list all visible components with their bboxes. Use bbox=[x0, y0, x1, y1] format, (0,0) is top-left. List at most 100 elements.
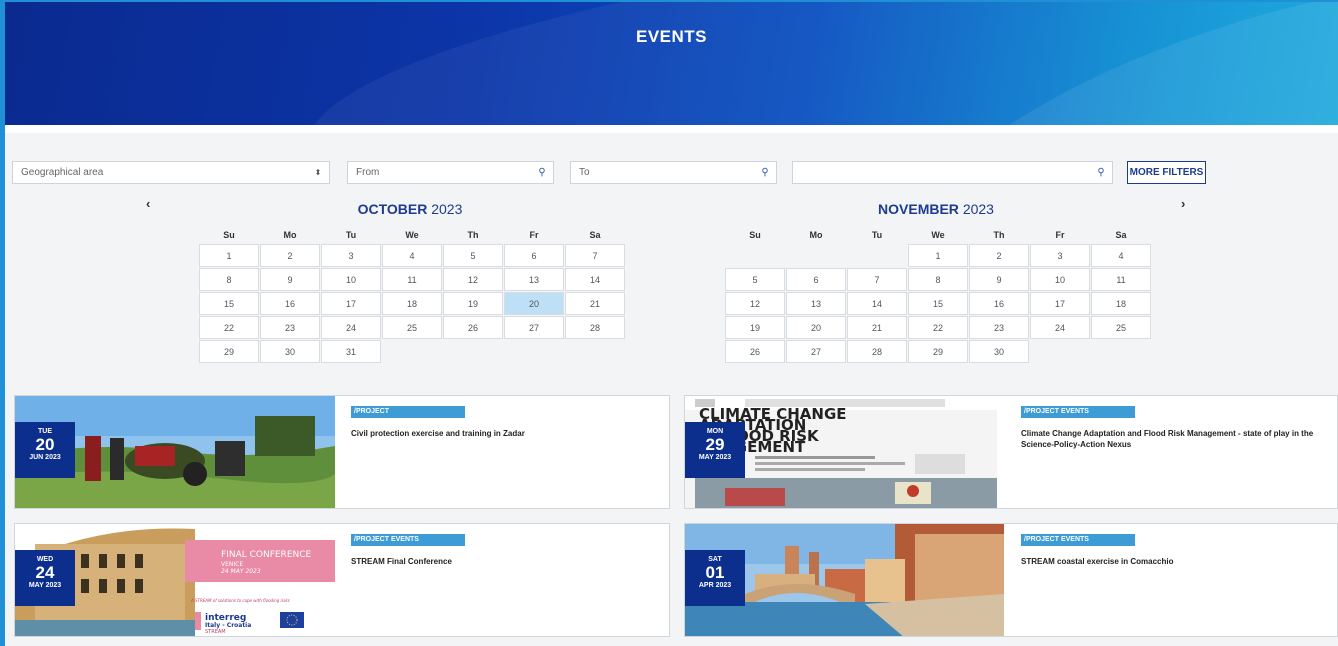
calendar-day[interactable]: 29 bbox=[199, 340, 259, 363]
calendar-day[interactable]: 24 bbox=[321, 316, 381, 339]
calendar-day[interactable]: 22 bbox=[908, 316, 968, 339]
calendar-day[interactable]: 16 bbox=[969, 292, 1029, 315]
weekday-header: Th bbox=[467, 230, 479, 240]
weekday-header: Fr bbox=[1055, 230, 1065, 240]
event-category-tag[interactable]: /PROJECT EVENTS bbox=[351, 534, 465, 546]
calendar-day[interactable]: 6 bbox=[786, 268, 846, 291]
event-category-tag[interactable]: /PROJECT bbox=[351, 406, 465, 418]
next-month-icon[interactable]: › bbox=[1181, 196, 1185, 211]
calendar-day[interactable]: 9 bbox=[969, 268, 1029, 291]
calendar-day[interactable]: 5 bbox=[725, 268, 785, 291]
calendar-day[interactable]: 18 bbox=[382, 292, 442, 315]
calendar-day[interactable]: 30 bbox=[260, 340, 320, 363]
calendar-day[interactable]: 13 bbox=[504, 268, 564, 291]
calendar-day[interactable]: 30 bbox=[969, 340, 1029, 363]
calendar-day[interactable]: 23 bbox=[260, 316, 320, 339]
event-weekday: SAT bbox=[708, 556, 722, 563]
calendar-day[interactable]: 7 bbox=[847, 268, 907, 291]
weekday-header: We bbox=[405, 230, 419, 240]
search-icon[interactable]: ⚲ bbox=[754, 167, 776, 178]
calendar-day[interactable]: 28 bbox=[565, 316, 625, 339]
calendar-day[interactable]: 17 bbox=[321, 292, 381, 315]
calendar-day[interactable]: 8 bbox=[908, 268, 968, 291]
calendar-day[interactable]: 13 bbox=[786, 292, 846, 315]
event-card[interactable]: TUE 20 JUN 2023 /PROJECT Civil protectio… bbox=[14, 395, 670, 509]
to-date-input[interactable]: To ⚲ bbox=[570, 161, 777, 184]
calendar-day[interactable]: 7 bbox=[565, 244, 625, 267]
calendar-title-november: NOVEMBER 2023 bbox=[726, 201, 1146, 217]
calendar-day[interactable]: 17 bbox=[1030, 292, 1090, 315]
calendar-day[interactable]: 10 bbox=[1030, 268, 1090, 291]
calendar-day[interactable]: 12 bbox=[443, 268, 503, 291]
calendar-day[interactable]: 15 bbox=[908, 292, 968, 315]
calendar-day[interactable]: 2 bbox=[969, 244, 1029, 267]
weekday-header: Su bbox=[749, 230, 761, 240]
calendar-year: 2023 bbox=[431, 201, 463, 217]
event-month-year: MAY 2023 bbox=[28, 582, 62, 589]
keyword-search-input[interactable] bbox=[801, 167, 1090, 178]
event-date-badge: WED 24 MAY 2023 bbox=[15, 550, 75, 606]
event-title-link[interactable]: Climate Change Adaptation and Flood Risk… bbox=[1021, 428, 1329, 450]
from-date-input[interactable]: From ⚲ bbox=[347, 161, 554, 184]
calendar-day[interactable]: 11 bbox=[1091, 268, 1151, 291]
search-icon[interactable]: ⚲ bbox=[1090, 167, 1112, 178]
calendar-day[interactable]: 8 bbox=[199, 268, 259, 291]
geographical-area-select[interactable]: Geographical area ⬍ bbox=[12, 161, 330, 184]
calendar-day[interactable]: 26 bbox=[725, 340, 785, 363]
more-filters-button[interactable]: MORE FILTERS bbox=[1127, 161, 1206, 184]
event-card[interactable]: FINAL CONFERENCE VENICE 24 MAY 2023 A ST… bbox=[14, 523, 670, 637]
calendar-day[interactable]: 4 bbox=[1091, 244, 1151, 267]
calendar-day[interactable]: 12 bbox=[725, 292, 785, 315]
search-icon[interactable]: ⚲ bbox=[531, 167, 553, 178]
event-category-tag[interactable]: /PROJECT EVENTS bbox=[1021, 534, 1135, 546]
calendar-day[interactable]: 25 bbox=[1091, 316, 1151, 339]
event-card[interactable]: SAT 01 APR 2023 /PROJECT EVENTS STREAM c… bbox=[684, 523, 1338, 637]
calendar-day[interactable]: 10 bbox=[321, 268, 381, 291]
event-title-link[interactable]: STREAM coastal exercise in Comacchio bbox=[1021, 556, 1329, 567]
calendar-day[interactable]: 4 bbox=[382, 244, 442, 267]
event-weekday: TUE bbox=[38, 428, 52, 435]
calendar-day[interactable]: 14 bbox=[847, 292, 907, 315]
calendar-day[interactable]: 6 bbox=[504, 244, 564, 267]
calendar-day[interactable]: 31 bbox=[321, 340, 381, 363]
event-title-link[interactable]: STREAM Final Conference bbox=[351, 556, 661, 567]
calendar-day[interactable]: 1 bbox=[199, 244, 259, 267]
weekday-header: We bbox=[931, 230, 945, 240]
calendar-day[interactable]: 23 bbox=[969, 316, 1029, 339]
calendar-day[interactable]: 15 bbox=[199, 292, 259, 315]
calendar-day[interactable]: 22 bbox=[199, 316, 259, 339]
calendar-day[interactable]: 29 bbox=[908, 340, 968, 363]
calendar-day[interactable]: 27 bbox=[504, 316, 564, 339]
prev-month-icon[interactable]: ‹ bbox=[146, 196, 150, 211]
calendar-day[interactable]: 5 bbox=[443, 244, 503, 267]
calendar-day[interactable]: 16 bbox=[260, 292, 320, 315]
calendar-day[interactable]: 27 bbox=[786, 340, 846, 363]
calendar-day[interactable]: 19 bbox=[725, 316, 785, 339]
weekday-header: Tu bbox=[871, 230, 883, 240]
calendar-day[interactable]: 24 bbox=[1030, 316, 1090, 339]
calendar-day[interactable]: 11 bbox=[382, 268, 442, 291]
calendar-day-selected[interactable]: 20 bbox=[504, 292, 564, 315]
weekday-header: Sa bbox=[589, 230, 601, 240]
calendar-day[interactable]: 25 bbox=[382, 316, 442, 339]
calendar-day[interactable]: 28 bbox=[847, 340, 907, 363]
calendar-day[interactable]: 19 bbox=[443, 292, 503, 315]
calendar-day[interactable]: 2 bbox=[260, 244, 320, 267]
poster-date: 24 MAY 2023 bbox=[221, 568, 261, 575]
calendar-day[interactable]: 18 bbox=[1091, 292, 1151, 315]
event-category-tag[interactable]: /PROJECT EVENTS bbox=[1021, 406, 1135, 418]
calendar-day[interactable]: 1 bbox=[908, 244, 968, 267]
event-title-link[interactable]: Civil protection exercise and training i… bbox=[351, 428, 661, 439]
calendar-day[interactable]: 9 bbox=[260, 268, 320, 291]
event-month-year: MAY 2023 bbox=[698, 454, 732, 461]
event-date-badge: TUE 20 JUN 2023 bbox=[15, 422, 75, 478]
calendar-day[interactable]: 21 bbox=[565, 292, 625, 315]
calendar-day[interactable]: 21 bbox=[847, 316, 907, 339]
calendar-day[interactable]: 3 bbox=[321, 244, 381, 267]
calendar-day[interactable]: 26 bbox=[443, 316, 503, 339]
calendar-day[interactable]: 3 bbox=[1030, 244, 1090, 267]
keyword-search-field[interactable]: ⚲ bbox=[792, 161, 1113, 184]
calendar-day[interactable]: 20 bbox=[786, 316, 846, 339]
calendar-day[interactable]: 14 bbox=[565, 268, 625, 291]
event-card[interactable]: CLIMATE CHANGE ADAPTATION D FLOOD RISK A… bbox=[684, 395, 1338, 509]
